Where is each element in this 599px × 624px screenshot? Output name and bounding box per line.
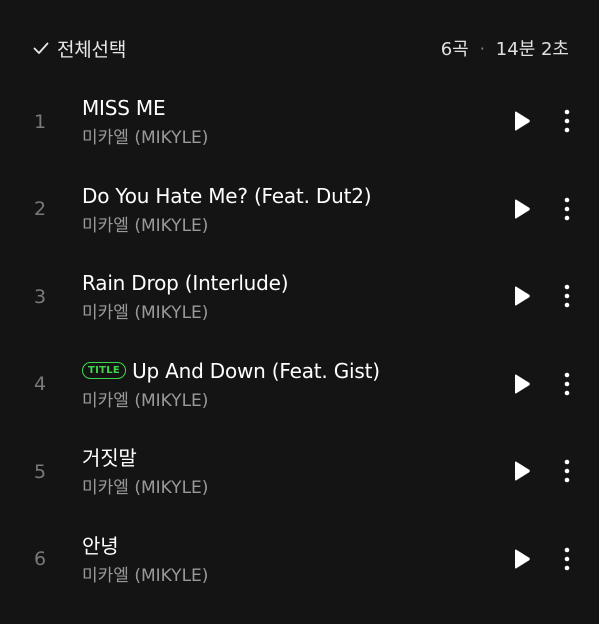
track-title: 거짓말	[82, 444, 482, 472]
track-artist[interactable]: 미카엘 (MIKYLE)	[82, 564, 482, 588]
play-button[interactable]	[510, 108, 534, 134]
track-row[interactable]: 1 MISS ME 미카엘 (MIKYLE)	[0, 78, 599, 166]
play-button[interactable]	[510, 283, 534, 309]
track-row[interactable]: 2 Do You Hate Me? (Feat. Dut2) 미카엘 (MIKY…	[0, 166, 599, 254]
track-title-text: 안녕	[82, 533, 119, 558]
track-info: 거짓말 미카엘 (MIKYLE)	[82, 444, 482, 500]
play-button[interactable]	[510, 458, 534, 484]
track-artist[interactable]: 미카엘 (MIKYLE)	[82, 476, 482, 500]
track-number: 3	[34, 285, 47, 308]
track-info: Rain Drop (Interlude) 미카엘 (MIKYLE)	[82, 269, 482, 325]
more-vertical-icon	[564, 197, 570, 220]
track-title-text: Do You Hate Me? (Feat. Dut2)	[82, 183, 372, 208]
play-button[interactable]	[510, 371, 534, 397]
more-vertical-icon	[564, 460, 570, 483]
track-title: Rain Drop (Interlude)	[82, 269, 482, 297]
more-vertical-icon	[564, 109, 570, 133]
summary-separator: ·	[479, 38, 485, 58]
track-info: 안녕 미카엘 (MIKYLE)	[82, 532, 482, 588]
tracklist-summary: 6곡 · 14분 2초	[441, 33, 569, 63]
track-title-text: MISS ME	[82, 96, 166, 120]
track-number: 5	[34, 460, 47, 483]
more-options-button[interactable]	[556, 107, 578, 135]
total-duration: 14분 2초	[495, 39, 569, 60]
play-button[interactable]	[510, 196, 534, 222]
track-number: 4	[34, 373, 47, 396]
track-row[interactable]: 6 안녕 미카엘 (MIKYLE)	[0, 516, 599, 604]
check-icon	[31, 38, 51, 58]
track-title-text: 거짓말	[82, 446, 137, 471]
more-options-button[interactable]	[556, 370, 578, 398]
more-vertical-icon	[564, 547, 570, 571]
track-count: 6곡	[440, 39, 469, 60]
track-title: TITLE Up And Down (Feat. Gist)	[82, 357, 482, 385]
play-icon	[515, 549, 530, 569]
select-all-label: 전체선택	[57, 38, 127, 61]
track-artist[interactable]: 미카엘 (MIKYLE)	[82, 301, 482, 325]
track-artist[interactable]: 미카엘 (MIKYLE)	[82, 214, 482, 238]
more-options-button[interactable]	[556, 282, 578, 310]
play-icon	[515, 374, 530, 394]
track-row[interactable]: 3 Rain Drop (Interlude) 미카엘 (MIKYLE)	[0, 253, 599, 341]
track-number: 1	[34, 110, 47, 133]
track-title-text: Rain Drop (Interlude)	[82, 271, 289, 296]
track-info: MISS ME 미카엘 (MIKYLE)	[82, 94, 482, 150]
track-info: TITLE Up And Down (Feat. Gist) 미카엘 (MIKY…	[82, 357, 482, 413]
more-options-button[interactable]	[556, 545, 578, 573]
track-artist[interactable]: 미카엘 (MIKYLE)	[82, 126, 482, 150]
track-title: Do You Hate Me? (Feat. Dut2)	[82, 182, 482, 210]
track-list: 1 MISS ME 미카엘 (MIKYLE) 2 Do You Hate Me?…	[0, 78, 599, 604]
play-icon	[515, 111, 530, 131]
play-icon	[515, 199, 530, 219]
more-vertical-icon	[564, 372, 570, 396]
track-title: 안녕	[82, 532, 482, 560]
track-title: MISS ME	[82, 94, 482, 122]
more-options-button[interactable]	[556, 195, 578, 223]
select-all-button[interactable]: 전체선택	[31, 33, 126, 63]
track-row[interactable]: 5 거짓말 미카엘 (MIKYLE)	[0, 428, 599, 516]
track-title-text: Up And Down (Feat. Gist)	[132, 358, 380, 383]
track-artist[interactable]: 미카엘 (MIKYLE)	[82, 389, 482, 413]
track-info: Do You Hate Me? (Feat. Dut2) 미카엘 (MIKYLE…	[82, 182, 482, 238]
play-button[interactable]	[510, 546, 534, 572]
play-icon	[515, 286, 530, 306]
more-options-button[interactable]	[556, 457, 578, 485]
track-row[interactable]: 4 TITLE Up And Down (Feat. Gist) 미카엘 (MI…	[0, 341, 599, 429]
track-number: 2	[34, 198, 47, 221]
play-icon	[515, 461, 530, 481]
track-number: 6	[34, 548, 47, 571]
more-vertical-icon	[564, 284, 570, 308]
title-track-badge: TITLE	[82, 362, 127, 380]
